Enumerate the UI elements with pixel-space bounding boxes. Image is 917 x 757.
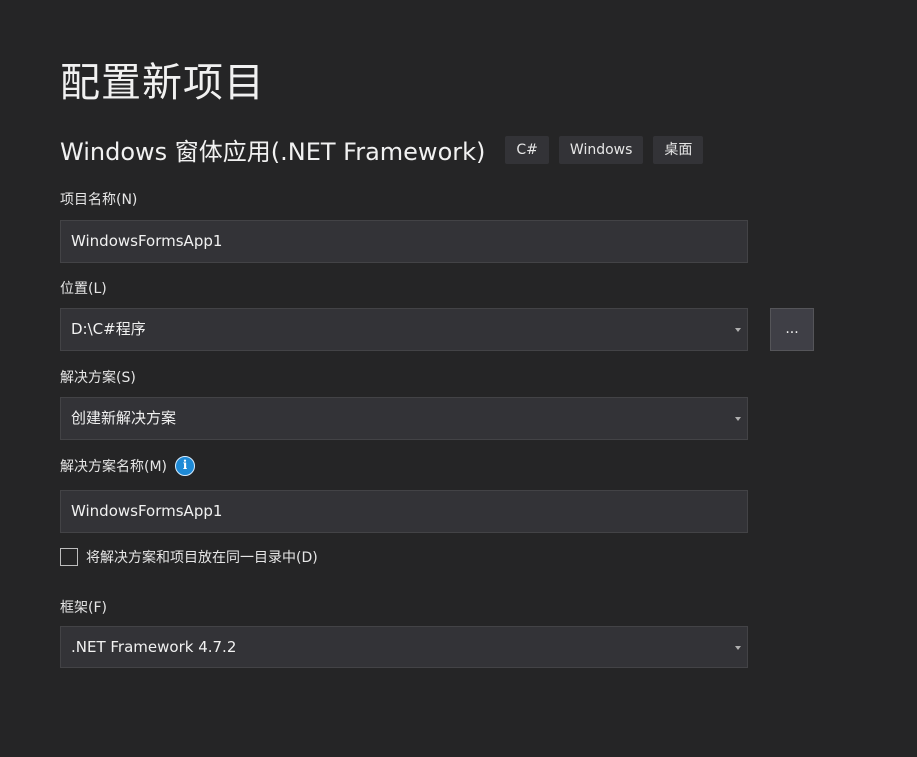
configure-project-dialog: 配置新项目 Windows 窗体应用(.NET Framework) C# Wi… [0,0,917,757]
tag-project-type: 桌面 [653,135,704,164]
solution-label: 解决方案(S) [60,370,136,386]
chevron-down-icon[interactable] [735,417,741,421]
solution-name-input[interactable]: WindowsFormsApp1 [60,490,748,533]
solution-name-label-row: 解决方案名称(M) i [60,456,196,476]
template-name: Windows 窗体应用(.NET Framework) [60,138,486,166]
info-icon[interactable]: i [175,456,196,476]
tag-language: C# [505,135,549,164]
template-header: Windows 窗体应用(.NET Framework) C# Windows … [60,132,704,167]
browse-button[interactable]: ... [770,308,814,351]
same-directory-checkbox[interactable] [60,548,78,566]
same-directory-label: 将解决方案和项目放在同一目录中(D) [86,550,318,566]
solution-combo[interactable]: 创建新解决方案 [60,397,748,440]
solution-name-label: 解决方案名称(M) [60,459,168,475]
location-label: 位置(L) [60,281,107,297]
framework-combo[interactable]: .NET Framework 4.7.2 [60,626,748,668]
page-title: 配置新项目 [60,60,265,106]
framework-value: .NET Framework 4.7.2 [71,638,237,656]
tag-platform: Windows [558,135,644,164]
same-directory-option[interactable]: 将解决方案和项目放在同一目录中(D) [60,547,318,567]
location-value: D:\C#程序 [71,320,146,338]
location-combo[interactable]: D:\C#程序 [60,308,748,351]
project-name-label: 项目名称(N) [60,192,138,208]
project-name-input[interactable]: WindowsFormsApp1 [60,220,748,263]
chevron-down-icon[interactable] [735,328,741,332]
solution-value: 创建新解决方案 [71,409,177,427]
framework-label: 框架(F) [60,600,107,616]
chevron-down-icon[interactable] [735,646,741,650]
